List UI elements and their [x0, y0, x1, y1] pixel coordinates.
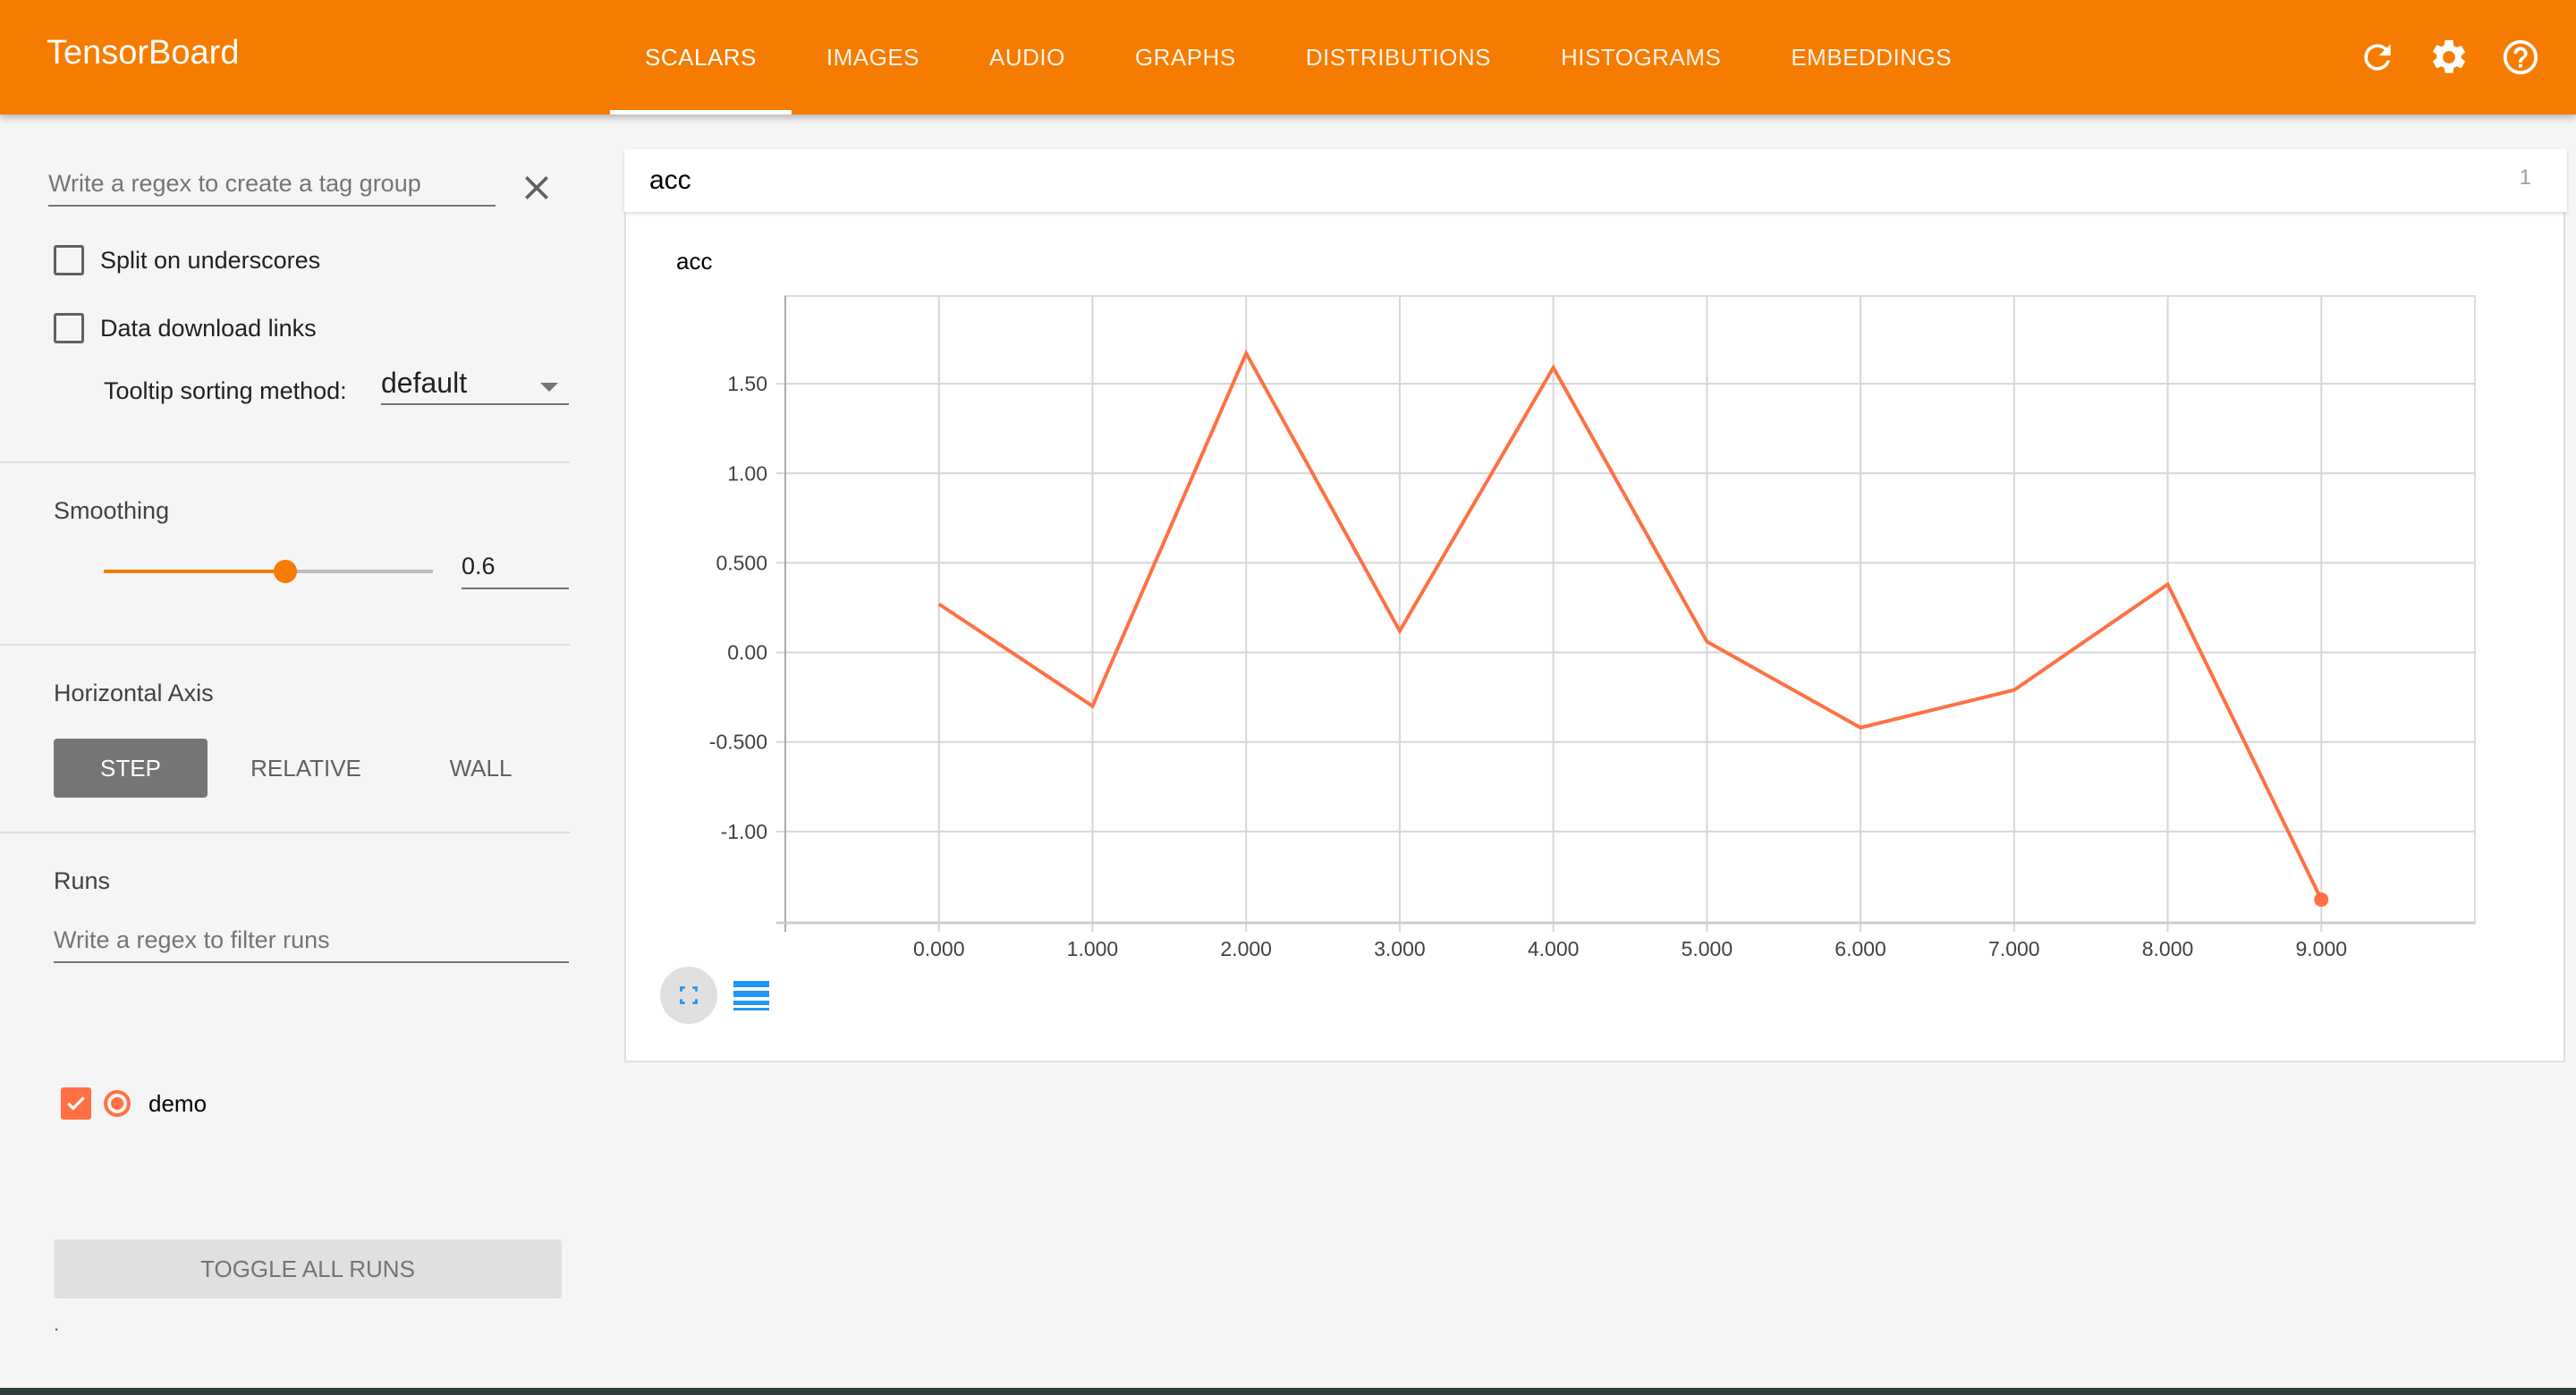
data-point: [2314, 892, 2329, 907]
scalar-chart-card: acc 0.000 1.000 2.000 3.000 4.000 5.000 6.000 7…: [624, 212, 2565, 1062]
run-name: demo: [148, 1089, 208, 1117]
y-tick-label: -1.00: [721, 820, 767, 843]
tooltip-sorting-label: Tooltip sorting method:: [104, 377, 347, 404]
dashboard-tabs: SCALARS IMAGES AUDIO GRAPHS DISTRIBUTION…: [610, 0, 1987, 114]
divider: [0, 644, 570, 646]
x-tick-label: 5.000: [1682, 937, 1733, 960]
dropdown-arrow-icon: [540, 383, 558, 392]
toggle-y-log-icon[interactable]: [733, 979, 769, 1011]
tag-group-title: acc: [649, 165, 691, 195]
toggle-all-runs-button[interactable]: TOGGLE ALL RUNS: [54, 1239, 562, 1298]
split-underscores-checkbox[interactable]: Split on underscores: [54, 245, 320, 275]
axis-relative-button[interactable]: RELATIVE: [233, 739, 379, 798]
runs-title: Runs: [54, 867, 111, 894]
tab-histograms[interactable]: HISTOGRAMS: [1526, 0, 1756, 114]
divider: [0, 461, 570, 463]
axis-wall-button[interactable]: WALL: [411, 739, 550, 798]
tag-group-count: 1: [2519, 165, 2531, 190]
y-tick-label: 0.500: [716, 551, 767, 574]
run-color-radio[interactable]: [104, 1090, 131, 1117]
tab-scalars[interactable]: SCALARS: [610, 0, 792, 114]
refresh-button[interactable]: [2354, 32, 2401, 82]
tooltip-sorting-select[interactable]: default: [381, 367, 569, 405]
tag-group-regex-input[interactable]: Write a regex to create a tag group: [48, 170, 496, 207]
x-tick-label: 7.000: [1988, 937, 2040, 960]
runs-filter-input[interactable]: Write a regex to filter runs: [54, 926, 569, 963]
tab-graphs[interactable]: GRAPHS: [1100, 0, 1271, 114]
refresh-icon: [2364, 44, 2391, 71]
x-tick-label: 0.000: [913, 937, 965, 960]
checkbox-box[interactable]: [54, 245, 84, 275]
slider-fill: [104, 570, 286, 573]
tab-embeddings[interactable]: EMBEDDINGS: [1756, 0, 1987, 114]
plot-frame: [784, 295, 2476, 924]
fullscreen-icon: [680, 986, 698, 1004]
axis-step-button[interactable]: STEP: [54, 739, 208, 798]
tab-distributions[interactable]: DISTRIBUTIONS: [1271, 0, 1526, 114]
slider-knob[interactable]: [274, 560, 298, 583]
help-button[interactable]: [2497, 32, 2544, 82]
horizontal-axis-title: Horizontal Axis: [54, 680, 214, 706]
sidebar: Write a regex to create a tag group Spli…: [0, 114, 570, 1388]
tab-audio[interactable]: AUDIO: [954, 0, 1100, 114]
divider: [0, 832, 570, 833]
smoothing-value-input[interactable]: 0.6: [462, 553, 569, 589]
y-tick-label: 1.00: [727, 461, 767, 485]
desktop-background: [0, 1388, 2576, 1395]
x-tick-label: 9.000: [2295, 937, 2347, 960]
x-tick-label: 6.000: [1835, 937, 1886, 960]
smoothing-slider[interactable]: [104, 560, 433, 583]
y-tick-label: 1.50: [727, 372, 767, 395]
x-tick-label: 2.000: [1220, 937, 1272, 960]
clear-regex-icon[interactable]: [519, 170, 555, 206]
checkbox-box[interactable]: [54, 313, 84, 343]
top-app-bar: TensorBoard SCALARS IMAGES AUDIO GRAPHS …: [0, 0, 2576, 114]
tooltip-sorting-value: default: [381, 367, 468, 399]
footer-note: .: [54, 1313, 60, 1335]
split-underscores-label: Split on underscores: [100, 246, 321, 274]
run-checkbox[interactable]: [61, 1087, 91, 1120]
smoothing-title: Smoothing: [54, 497, 170, 524]
data-download-links-checkbox[interactable]: Data download links: [54, 313, 317, 343]
line-chart[interactable]: 0.000 1.000 2.000 3.000 4.000 5.000 6.000 7.000…: [626, 212, 2567, 1062]
series-line-demo: [937, 349, 2324, 900]
app-title: TensorBoard: [47, 34, 240, 72]
tag-group-header[interactable]: acc 1: [624, 149, 2567, 212]
x-tick-label: 8.000: [2142, 937, 2194, 960]
tab-images[interactable]: IMAGES: [792, 0, 954, 114]
fullscreen-button[interactable]: [660, 967, 717, 1024]
y-tick-label: 0.00: [727, 641, 767, 664]
x-tick-label: 3.000: [1374, 937, 1426, 960]
data-download-links-label: Data download links: [100, 314, 317, 342]
x-tick-label: 4.000: [1528, 937, 1580, 960]
run-item: demo: [61, 1087, 207, 1120]
settings-icon: [2433, 39, 2465, 73]
settings-button[interactable]: [2426, 32, 2472, 82]
checkmark-icon: [67, 1096, 85, 1111]
x-tick-label: 1.000: [1067, 937, 1119, 960]
y-tick-label: -0.500: [709, 731, 767, 754]
help-icon: [2503, 39, 2538, 75]
